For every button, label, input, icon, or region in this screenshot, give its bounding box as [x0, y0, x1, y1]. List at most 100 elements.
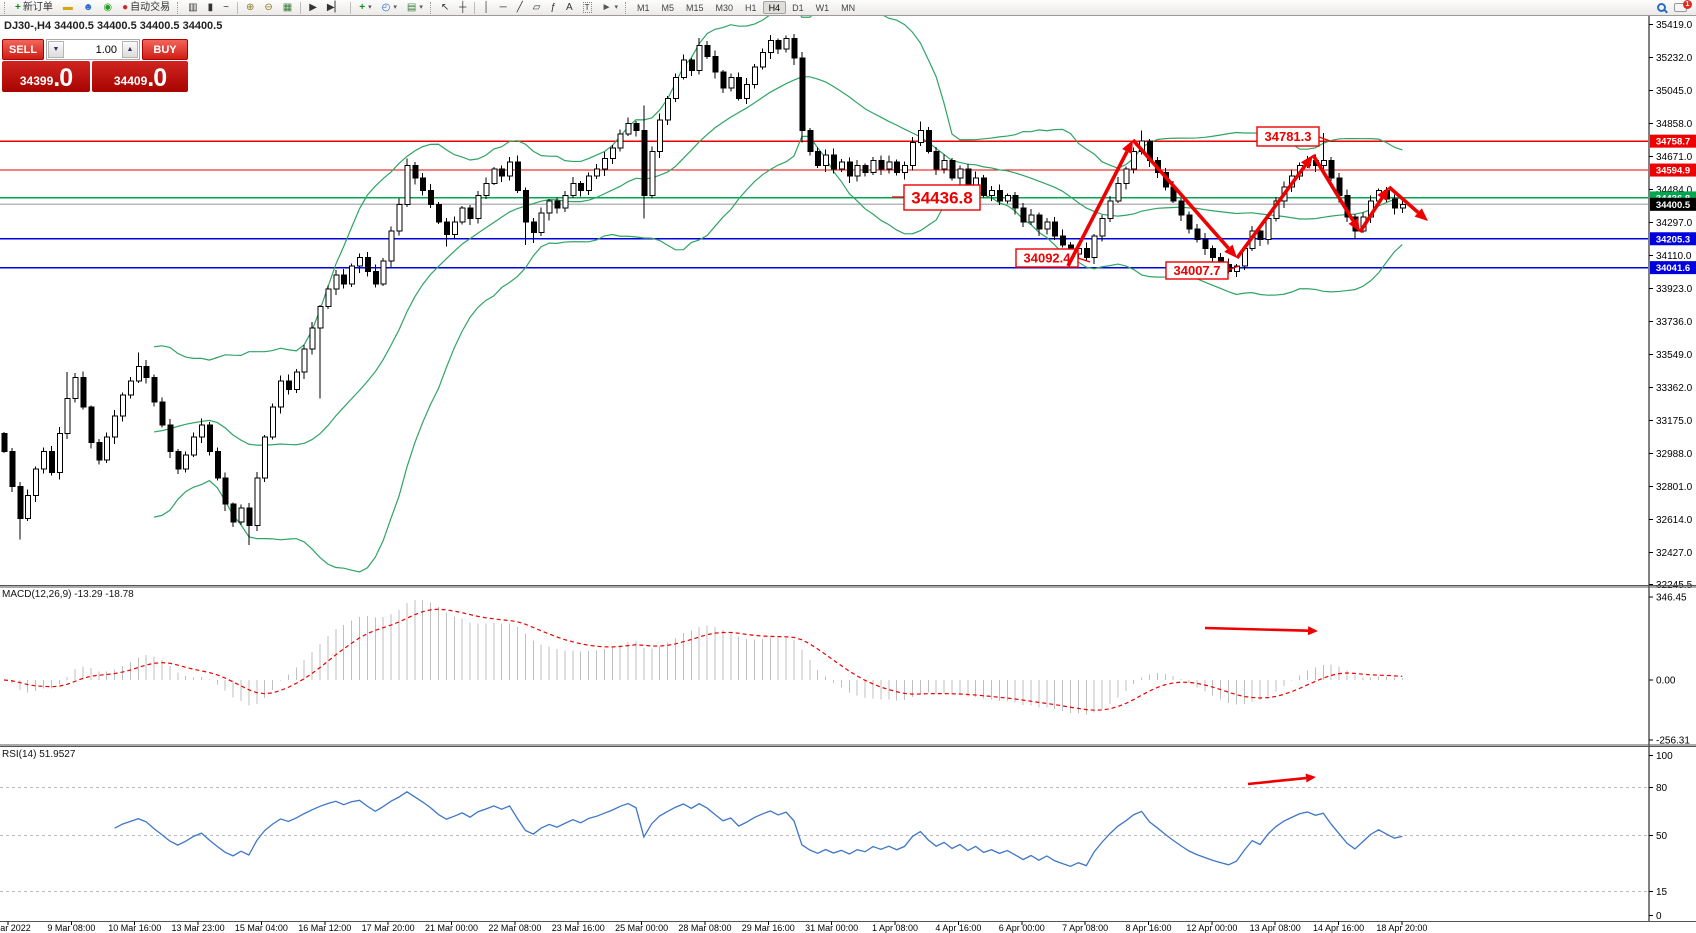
timeframe-M15[interactable]: M15 — [680, 1, 710, 14]
volume-input[interactable]: 1.00 — [65, 40, 121, 59]
timeframe-M1[interactable]: M1 — [631, 1, 656, 14]
time-axis-label: 15 Mar 04:00 — [235, 923, 288, 933]
templates-button[interactable]: ▤▾ — [402, 1, 428, 15]
auto-scroll-icon: ▶ — [309, 2, 317, 14]
toolbar-grip[interactable] — [177, 2, 181, 14]
chart-shift-button[interactable]: ▶▏ — [322, 1, 347, 15]
new-order-button[interactable]: + 新订单 — [10, 1, 58, 15]
timeframe-MN[interactable]: MN — [835, 1, 861, 14]
chevron-down-icon: ▾ — [614, 1, 618, 15]
svg-text:35419.0: 35419.0 — [1656, 20, 1693, 31]
time-axis-label: 8 Apr 16:00 — [1125, 923, 1171, 933]
signal-button[interactable]: ◉ — [98, 1, 117, 15]
svg-text:0: 0 — [1656, 911, 1662, 922]
bars-chart-button[interactable]: ▥ — [183, 1, 202, 15]
buy-price-display[interactable]: 34409 .0 — [92, 61, 188, 92]
search-icon[interactable] — [1657, 3, 1666, 12]
time-axis-label: 17 Mar 20:00 — [362, 923, 415, 933]
auto-trading-icon: ● — [122, 2, 128, 14]
deposit-icon: ▬ — [63, 2, 73, 14]
buy-button[interactable]: BUY — [142, 39, 188, 60]
time-axis-label: 6 Apr 00:00 — [999, 923, 1045, 933]
timeframe-W1[interactable]: W1 — [810, 1, 836, 14]
tile-windows-button[interactable]: ▦ — [278, 1, 297, 15]
toolbar-grip[interactable] — [4, 2, 8, 14]
svg-text:34205.3: 34205.3 — [1656, 234, 1690, 245]
candlesticks — [2, 34, 1405, 545]
vertical-line-tool-button[interactable]: │ — [478, 1, 494, 15]
deposit-button[interactable]: ▬ — [58, 1, 78, 15]
time-axis-label: 28 Mar 08:00 — [678, 923, 731, 933]
time-axis-label: 29 Mar 16:00 — [742, 923, 795, 933]
volume-decrease-button[interactable]: ▼ — [48, 41, 64, 58]
annotation-box[interactable]: 34436.8 — [892, 185, 980, 210]
trendline-icon: ╱ — [517, 2, 523, 14]
line-chart-button[interactable]: ~ — [218, 1, 234, 15]
zoom-in-button[interactable]: ⊕ — [241, 1, 259, 15]
auto-scroll-button[interactable]: ▶ — [304, 1, 322, 15]
zoom-out-button[interactable]: ⊖ — [259, 1, 277, 15]
time-axis-label: 12 Apr 00:00 — [1186, 923, 1237, 933]
candlestick-chart-icon: ▮ — [208, 2, 214, 14]
price-level-tag: 34758.7 — [1650, 135, 1696, 148]
channel-tool-button[interactable]: ▱ — [528, 1, 546, 15]
community-button[interactable]: ☻ — [78, 1, 99, 15]
timeframe-D1[interactable]: D1 — [786, 1, 810, 14]
svg-text:33549.0: 33549.0 — [1656, 350, 1693, 361]
crosshair-tool-button[interactable]: ┼ — [454, 1, 471, 15]
timeframe-H1[interactable]: H1 — [739, 1, 763, 14]
zoom-in-icon: ⊕ — [246, 2, 254, 14]
chevron-down-icon: ▾ — [368, 1, 372, 15]
svg-text:100: 100 — [1656, 751, 1673, 762]
cursor-icon: ↖ — [441, 2, 449, 14]
sell-price-main: 34399 — [20, 71, 53, 91]
timeframe-H4[interactable]: H4 — [763, 1, 787, 14]
svg-text:32988.0: 32988.0 — [1656, 449, 1693, 460]
text-tool-button[interactable]: A — [561, 1, 578, 15]
chart-symbol-ohlc: DJ30-,H4 34400.5 34400.5 34400.5 34400.5 — [4, 20, 222, 32]
volume-increase-button[interactable]: ▲ — [122, 41, 138, 58]
auto-trading-label: 自动交易 — [130, 1, 170, 15]
new-order-icon: + — [15, 2, 21, 14]
tile-windows-icon: ▦ — [283, 2, 292, 14]
templates-icon: ▤ — [407, 2, 416, 14]
chevron-down-icon: ▾ — [419, 1, 423, 15]
svg-text:346.45: 346.45 — [1656, 593, 1687, 604]
timeframe-M30[interactable]: M30 — [710, 1, 740, 14]
rsi-trend-arrow[interactable] — [1248, 774, 1316, 784]
annotation-box[interactable]: 34007.7 — [1166, 262, 1239, 279]
timeframe-M5[interactable]: M5 — [656, 1, 681, 14]
toolbar-grip[interactable] — [430, 2, 434, 14]
candlestick-chart-button[interactable]: ▮ — [203, 1, 219, 15]
label-tool-button[interactable]: T — [578, 1, 597, 15]
time-axis-label: 4 Apr 16:00 — [935, 923, 981, 933]
periods-button[interactable]: ◴▾ — [377, 1, 402, 15]
line-chart-icon: ~ — [223, 2, 229, 14]
indicators-icon: + — [359, 2, 365, 14]
annotation-box[interactable]: 34781.3 — [1257, 127, 1330, 146]
chat-button[interactable]: 1 — [1674, 1, 1690, 14]
sell-price-display[interactable]: 34399 .0 — [2, 61, 90, 92]
macd-trend-arrow[interactable] — [1205, 626, 1318, 635]
svg-text:50: 50 — [1656, 831, 1668, 842]
cursor-tool-button[interactable]: ↖ — [436, 1, 454, 15]
time-axis-label: 16 Mar 12:00 — [298, 923, 351, 933]
community-icon: ☻ — [83, 2, 94, 14]
bollinger-bands — [154, 0, 1402, 572]
time-axis-label: 14 Apr 16:00 — [1313, 923, 1364, 933]
pane-separators[interactable] — [0, 586, 1696, 922]
trendline-tool-button[interactable]: ╱ — [512, 1, 528, 15]
horizontal-line-tool-button[interactable]: ─ — [495, 1, 512, 15]
price-axis[interactable]: 35419.035232.035045.034858.034671.034484… — [1649, 16, 1696, 922]
svg-text:34297.0: 34297.0 — [1656, 218, 1693, 229]
indicators-button[interactable]: +▾ — [354, 1, 376, 15]
toolbar-grip[interactable] — [625, 2, 629, 14]
chart-canvas[interactable]: 35419.035232.035045.034858.034671.034484… — [0, 0, 1696, 933]
auto-trading-button[interactable]: ● 自动交易 — [117, 1, 175, 15]
time-axis-label: 18 Apr 20:00 — [1376, 923, 1427, 933]
signal-icon: ◉ — [103, 2, 112, 14]
sell-button[interactable]: SELL — [2, 39, 44, 60]
time-axis[interactable]: 4 Mar 20229 Mar 08:0010 Mar 16:0013 Mar … — [0, 922, 1427, 933]
fibonacci-tool-button[interactable]: ƒ — [545, 1, 561, 15]
shapes-tool-button[interactable]: ►▾ — [597, 1, 623, 15]
